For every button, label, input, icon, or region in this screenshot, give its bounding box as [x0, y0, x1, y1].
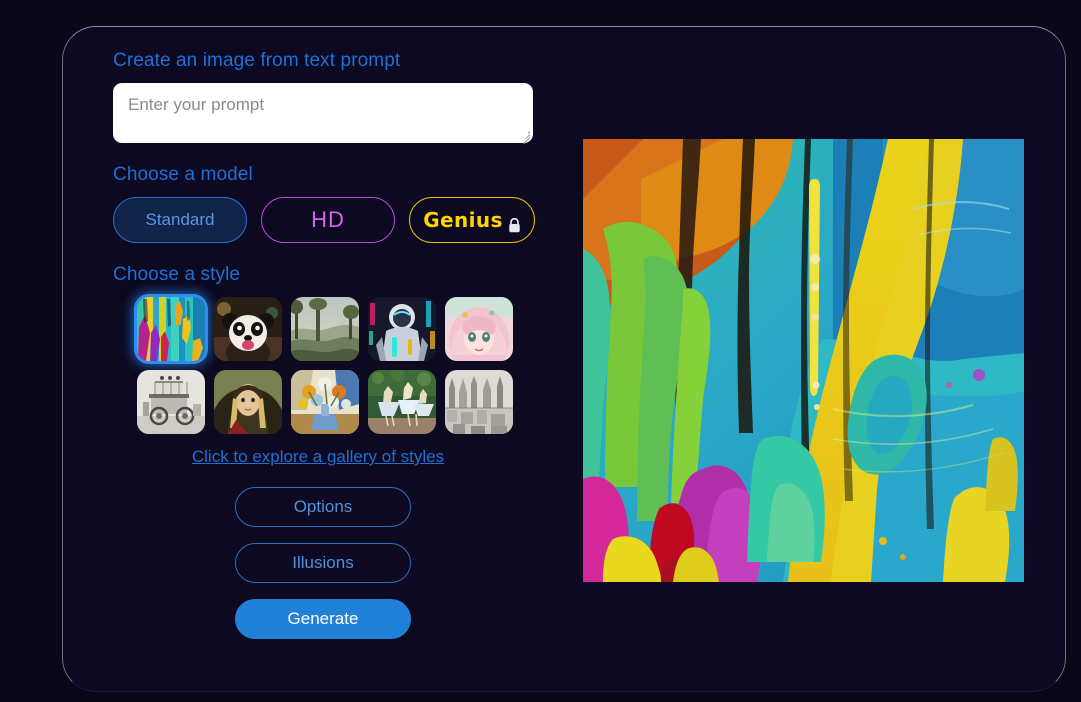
model-option-standard[interactable]: Standard	[113, 197, 247, 243]
generated-image[interactable]	[583, 139, 1024, 582]
style-thumbnail-panda-photoreal[interactable]	[214, 297, 282, 361]
app-root: Create an image from text prompt Choose …	[0, 0, 1081, 702]
prompt-section-title: Create an image from text prompt	[113, 50, 401, 71]
style-thumbnail-renaissance-portrait[interactable]	[214, 370, 282, 434]
style-thumbnail-vintage-car-sketch[interactable]	[137, 370, 205, 434]
options-button-label: Options	[293, 497, 353, 516]
model-option-standard-label: Standard	[145, 210, 215, 229]
generate-button-label: Generate	[287, 609, 359, 628]
model-options: Standard HD Genius	[113, 197, 583, 243]
action-buttons: Options Illusions Generate	[235, 487, 411, 639]
style-thumbnail-abstract-pour-painting[interactable]	[137, 297, 205, 361]
gallery-link[interactable]: Click to explore a gallery of styles	[123, 447, 513, 467]
style-thumbnail-cyberpunk-robot[interactable]	[368, 297, 436, 361]
style-thumbnail-anime-portrait[interactable]	[445, 297, 513, 361]
illusions-button-label: Illusions	[292, 553, 354, 572]
model-option-hd[interactable]: HD	[261, 197, 395, 243]
style-thumbnail-pen-ink-cityscape[interactable]	[445, 370, 513, 434]
style-thumbnail-grid	[137, 297, 583, 434]
style-thumbnail-impressionist-ballerinas[interactable]	[368, 370, 436, 434]
prompt-input-wrapper	[113, 83, 533, 145]
style-section-title: Choose a style	[113, 264, 241, 285]
model-option-hd-label: HD	[311, 207, 345, 232]
model-option-genius[interactable]: Genius	[409, 197, 535, 243]
model-section-title: Choose a model	[113, 164, 253, 185]
prompt-input[interactable]	[113, 83, 533, 143]
options-button[interactable]: Options	[235, 487, 411, 527]
style-thumbnail-landscape-classical[interactable]	[291, 297, 359, 361]
model-option-genius-label: Genius	[423, 208, 503, 232]
generate-button[interactable]: Generate	[235, 599, 411, 639]
controls-column: Create an image from text prompt Choose …	[113, 49, 583, 639]
style-thumbnail-cubist-floral-still-life[interactable]	[291, 370, 359, 434]
illusions-button[interactable]: Illusions	[235, 543, 411, 583]
lock-icon	[508, 214, 521, 232]
